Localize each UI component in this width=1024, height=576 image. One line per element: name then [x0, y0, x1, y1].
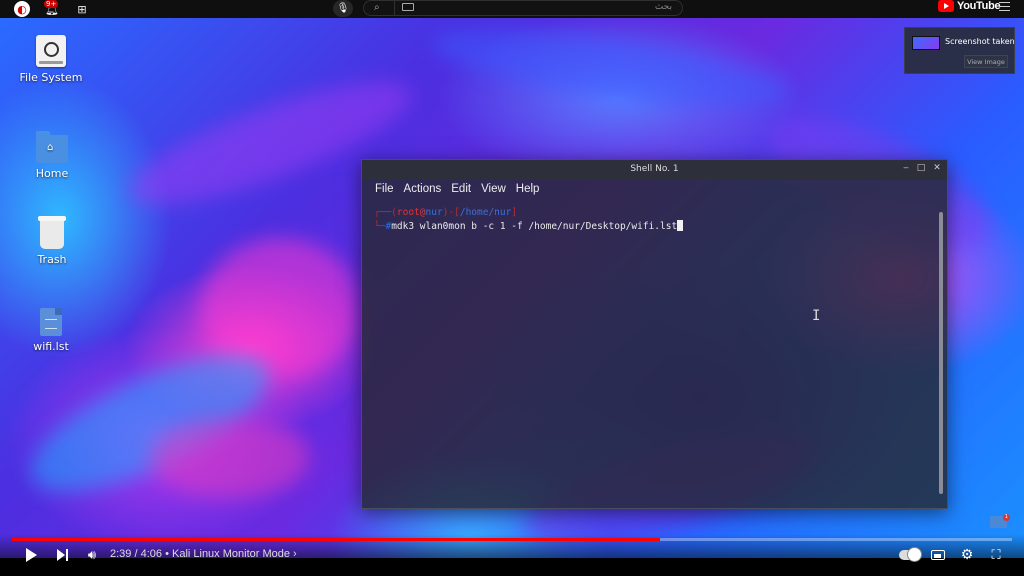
screenshot-thumbnail[interactable]: [912, 36, 940, 50]
desktop-icon-file-system[interactable]: File System: [11, 35, 91, 84]
terminal-window: Shell No. 1 ‒ □ ✕ File Actions Edit View…: [361, 159, 948, 509]
menu-view[interactable]: View: [476, 180, 511, 200]
autoplay-toggle[interactable]: [898, 546, 922, 564]
next-video-button[interactable]: [55, 546, 71, 564]
close-icon[interactable]: ✕: [931, 163, 943, 173]
mail-notification-badge: 1: [1003, 514, 1010, 521]
terminal-output[interactable]: ┌──(root@nur)-[/home/nur] └─#mdk3 wlan0m…: [374, 207, 933, 498]
subtitles-button[interactable]: [930, 546, 946, 564]
youtube-play-logo-icon: [938, 0, 954, 12]
desktop-icon-label: Home: [35, 167, 69, 180]
desktop-icon-label: Trash: [37, 253, 67, 266]
minimize-icon[interactable]: ‒: [900, 163, 912, 173]
prompt-line: ┌──(root@nur)-[/home/nur]: [374, 207, 518, 218]
prompt-user: root: [396, 207, 420, 218]
menu-help[interactable]: Help: [511, 180, 545, 200]
terminal-menubar: File Actions Edit View Help: [362, 180, 947, 200]
youtube-logo-text: YouTube: [957, 0, 1001, 12]
exit-fullscreen-button[interactable]: ⛶: [987, 546, 1005, 564]
screenshot-notification: Screenshot taken View Image: [904, 27, 1015, 74]
menu-hamburger-icon[interactable]: [999, 2, 1010, 11]
desktop-icon-label: wifi.lst: [33, 340, 69, 353]
desktop-icon-label: File System: [19, 71, 83, 84]
terminal-titlebar[interactable]: Shell No. 1 ‒ □ ✕: [362, 160, 947, 180]
skip-next-icon: [57, 549, 69, 561]
maximize-icon[interactable]: □: [915, 163, 927, 173]
menu-edit[interactable]: Edit: [446, 180, 476, 200]
desktop-icon-home[interactable]: ⌂ Home: [12, 131, 92, 180]
exit-fullscreen-icon: ⛶: [991, 547, 1001, 563]
menu-file[interactable]: File: [370, 180, 399, 200]
desktop-icon-trash[interactable]: Trash: [12, 216, 92, 266]
video-progress-fill: [12, 538, 660, 541]
prompt-path: /home/nur: [459, 207, 512, 218]
drive-icon: [36, 35, 66, 67]
text-file-icon: [40, 308, 62, 336]
create-video-icon[interactable]: ⊞: [74, 1, 90, 17]
autoplay-toggle-icon: [899, 548, 921, 561]
voice-search-mic-button[interactable]: 🎙︎: [333, 0, 353, 17]
desktop-icon-wifi-lst[interactable]: wifi.lst: [11, 308, 91, 353]
channel-avatar-icon[interactable]: ◐: [14, 1, 30, 17]
menu-actions[interactable]: Actions: [399, 180, 447, 200]
title-bullet: •: [162, 548, 172, 560]
time-separator: /: [131, 548, 141, 560]
search-placeholder: بحث: [654, 2, 672, 12]
home-folder-icon: ⌂: [36, 131, 68, 163]
keyboard-icon[interactable]: [402, 3, 414, 11]
video-progress-bar[interactable]: [12, 538, 1012, 541]
gear-icon: ⚙: [960, 547, 974, 563]
volume-button[interactable]: 🔊︎: [83, 546, 101, 564]
view-image-button[interactable]: View Image: [964, 55, 1008, 68]
current-time: 2:39: [110, 548, 132, 560]
settings-button[interactable]: ⚙: [958, 546, 976, 564]
youtube-logo[interactable]: YouTube: [938, 0, 1001, 12]
wallpaper-streak: [427, 13, 793, 123]
terminal-title: Shell No. 1: [630, 164, 679, 174]
youtube-top-bar: ◐ 🔔︎ ⊞ 9+ 🎙︎ ⌕ بحث YouTube: [0, 0, 1024, 18]
trash-icon: [38, 216, 66, 249]
search-input[interactable]: ⌕ بحث: [363, 0, 683, 16]
video-time-display: 2:39 / 4:06 • Kali Linux Monitor Mode ›: [110, 548, 297, 560]
subtitles-icon: [931, 550, 945, 560]
notification-count-badge: 9+: [44, 0, 59, 8]
play-button[interactable]: [22, 546, 40, 564]
terminal-scrollbar[interactable]: [939, 212, 943, 494]
notification-title: Screenshot taken: [945, 37, 1015, 46]
search-divider: [394, 1, 395, 16]
command-text: mdk3 wlan0mon b -c 1 -f /home/nur/Deskto…: [391, 221, 678, 232]
mouse-ibeam-cursor-icon: I: [812, 308, 821, 324]
volume-icon: 🔊︎: [87, 547, 97, 563]
prompt-host: nur: [425, 207, 443, 218]
text-cursor: [677, 220, 684, 231]
play-icon: [25, 548, 37, 562]
wallpaper-streak: [150, 418, 310, 498]
total-time: 4:06: [140, 548, 163, 560]
chapter-title[interactable]: Kali Linux Monitor Mode ›: [172, 548, 297, 560]
microphone-icon: 🎙︎: [336, 3, 350, 14]
search-icon: ⌕: [374, 2, 380, 13]
command-line: └─#mdk3 wlan0mon b -c 1 -f /home/nur/Des…: [374, 220, 933, 233]
